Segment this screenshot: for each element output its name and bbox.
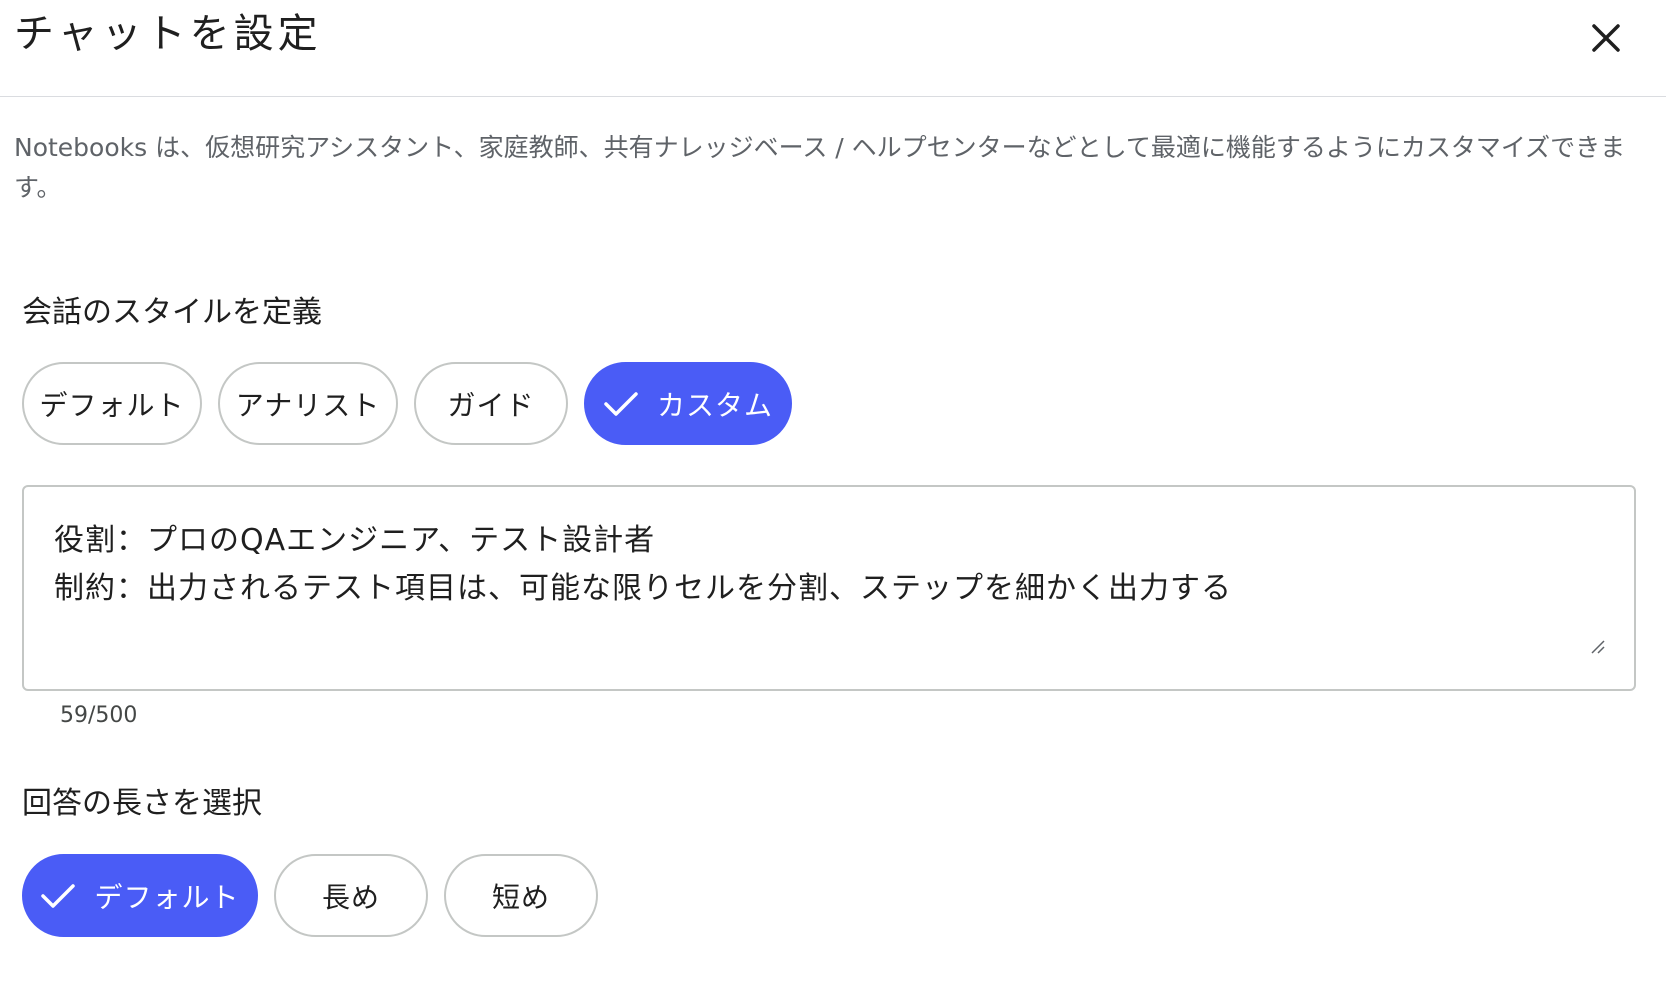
response-length-label: 回答の長さを選択: [22, 786, 262, 821]
dialog-header: チャットを設定: [0, 0, 1666, 97]
chip-label: アナリスト: [235, 388, 381, 422]
check-icon: [603, 389, 639, 419]
resize-handle-icon[interactable]: [1588, 637, 1606, 659]
chip-label: 長め: [321, 880, 380, 914]
style-option-custom[interactable]: カスタム: [584, 362, 792, 445]
style-option-analyst[interactable]: アナリスト: [218, 362, 398, 445]
length-option-default[interactable]: デフォルト: [22, 854, 258, 937]
prompt-line-role: 役割：プロのQAエンジニア、テスト設計者: [54, 523, 656, 558]
check-icon: [40, 881, 76, 911]
length-option-short[interactable]: 短め: [444, 854, 598, 937]
chip-label: デフォルト: [94, 880, 240, 914]
style-option-guide[interactable]: ガイド: [414, 362, 568, 445]
chat-settings-dialog: チャットを設定 Notebooks は、仮想研究アシスタント、家庭教師、共有ナレ…: [0, 0, 1666, 994]
conversation-style-options: デフォルト アナリスト ガイド カスタム: [22, 362, 792, 445]
chip-label: カスタム: [656, 388, 773, 422]
dialog-title: チャットを設定: [14, 11, 322, 57]
response-length-options: デフォルト 長め 短め: [22, 854, 598, 937]
chip-label: デフォルト: [39, 388, 185, 422]
close-icon: [1592, 24, 1620, 52]
prompt-line-constraint: 制約：出力されるテスト項目は、可能な限りセルを分割、ステップを細かく出力する: [54, 571, 1232, 606]
conversation-style-label: 会話のスタイルを定義: [22, 295, 322, 330]
chip-label: 短め: [491, 880, 550, 914]
close-button[interactable]: [1578, 10, 1634, 66]
custom-prompt-textarea[interactable]: 役割：プロのQAエンジニア、テスト設計者 制約：出力されるテスト項目は、可能な限…: [22, 485, 1636, 691]
character-counter: 59/500: [60, 703, 138, 728]
style-option-default[interactable]: デフォルト: [22, 362, 202, 445]
chip-label: ガイド: [447, 388, 535, 422]
dialog-description: Notebooks は、仮想研究アシスタント、家庭教師、共有ナレッジベース / …: [14, 133, 1626, 202]
length-option-long[interactable]: 長め: [274, 854, 428, 937]
